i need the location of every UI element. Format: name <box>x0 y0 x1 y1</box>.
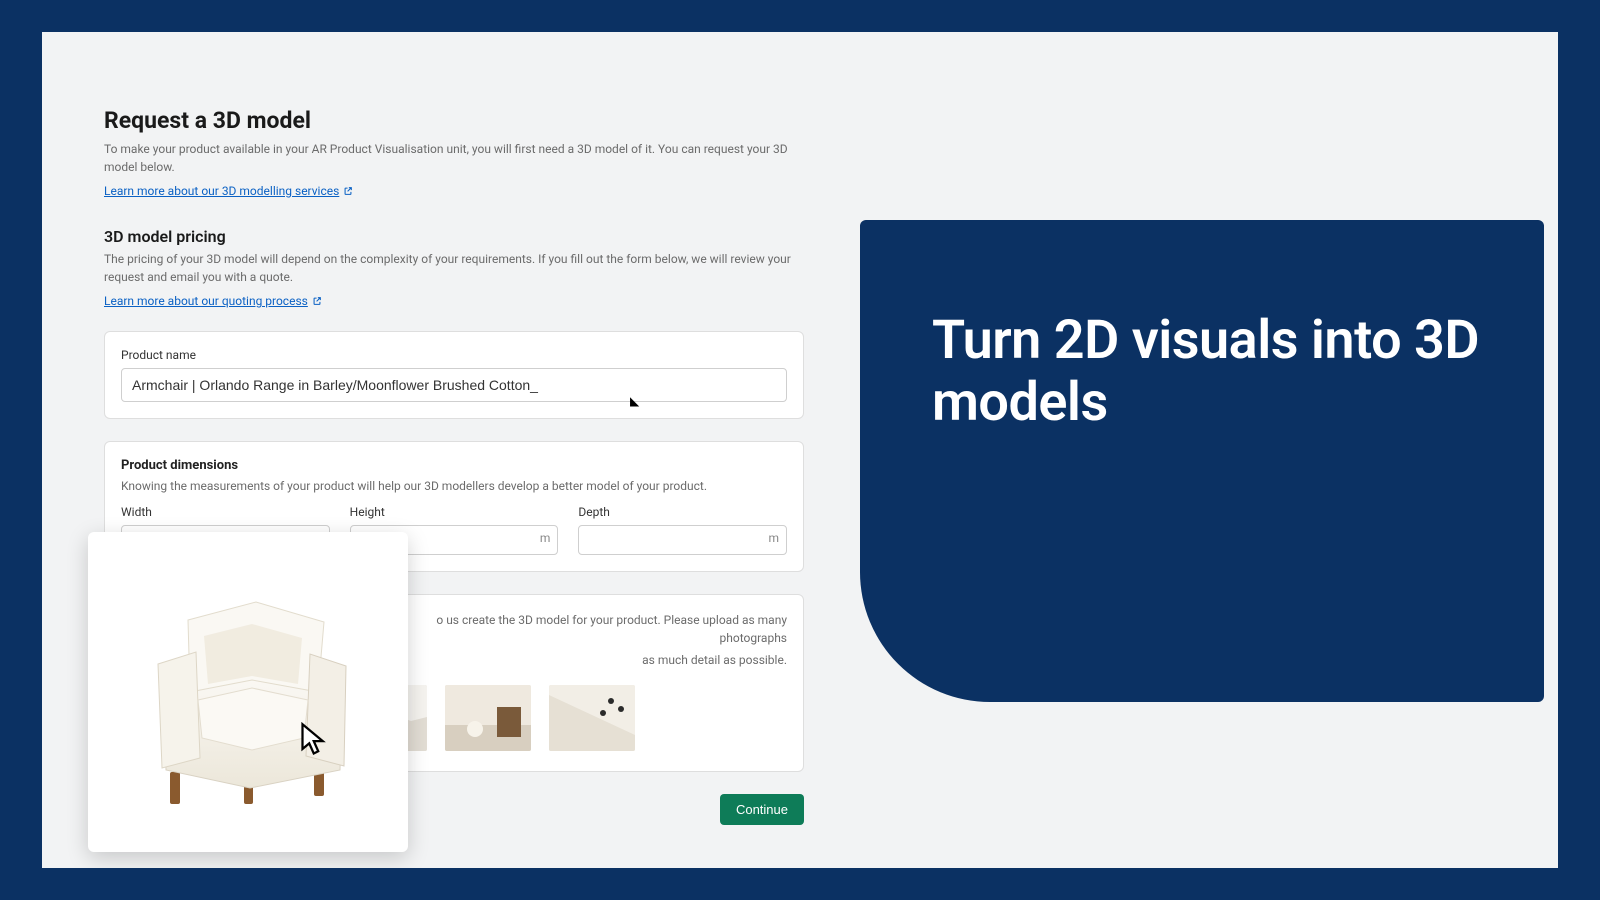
dimensions-sub: Knowing the measurements of your product… <box>121 477 787 495</box>
pricing-heading: 3D model pricing <box>104 227 804 246</box>
unit-label: m <box>540 531 551 545</box>
external-link-icon <box>312 296 322 306</box>
armchair-illustration <box>118 572 378 812</box>
photo-thumb[interactable] <box>445 685 531 751</box>
learn-quoting-link[interactable]: Learn more about our quoting process <box>104 294 322 308</box>
continue-button[interactable]: Continue <box>720 794 804 825</box>
unit-label: m <box>768 531 779 545</box>
product-name-label: Product name <box>121 348 787 362</box>
app-canvas: Request a 3D model To make your product … <box>42 32 1558 868</box>
dimensions-heading: Product dimensions <box>121 458 787 473</box>
pricing-text: The pricing of your 3D model will depend… <box>104 250 804 286</box>
promo-panel: Turn 2D visuals into 3D models <box>860 220 1544 702</box>
product-name-input[interactable] <box>121 368 787 402</box>
link-label: Learn more about our quoting process <box>104 294 308 308</box>
page-title: Request a 3D model <box>104 107 804 134</box>
promo-title: Turn 2D visuals into 3D models <box>932 310 1504 434</box>
depth-col: Depth m <box>578 505 787 555</box>
product-preview-popover <box>88 532 408 852</box>
depth-label: Depth <box>578 505 787 519</box>
height-label: Height <box>350 505 559 519</box>
slide-frame: Request a 3D model To make your product … <box>0 0 1600 900</box>
width-label: Width <box>121 505 330 519</box>
link-label: Learn more about our 3D modelling servic… <box>104 184 339 198</box>
page-intro: To make your product available in your A… <box>104 140 804 176</box>
product-name-card: Product name <box>104 331 804 419</box>
learn-modelling-link[interactable]: Learn more about our 3D modelling servic… <box>104 184 353 198</box>
depth-input[interactable] <box>578 525 787 555</box>
external-link-icon <box>343 186 353 196</box>
photo-thumb[interactable] <box>549 685 635 751</box>
